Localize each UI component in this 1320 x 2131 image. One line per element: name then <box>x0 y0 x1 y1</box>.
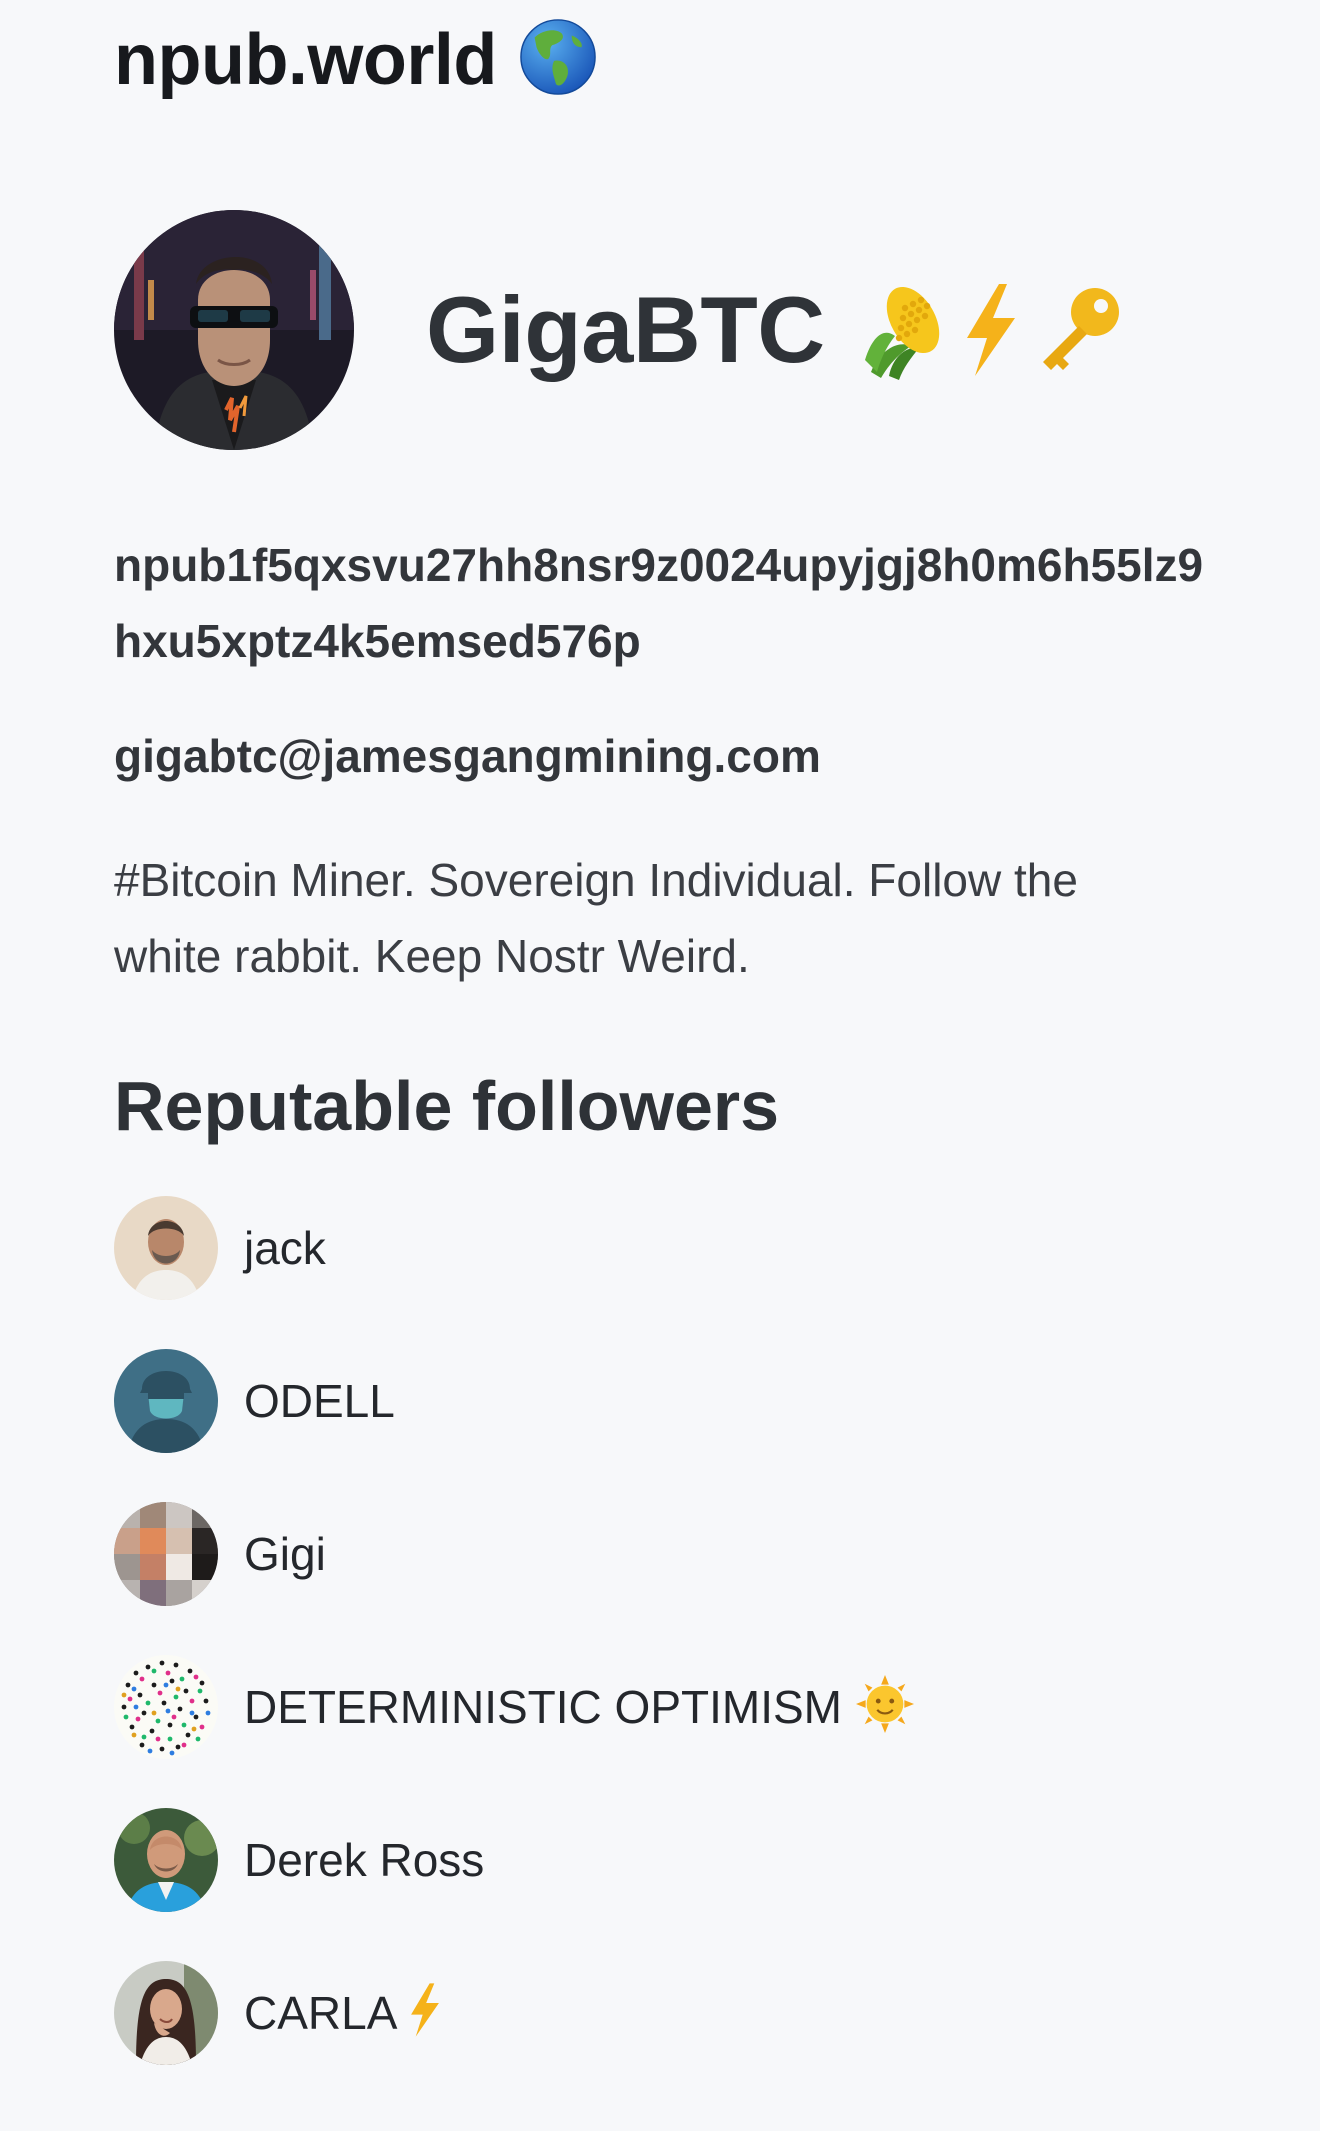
avatar <box>114 1196 218 1300</box>
globe-americas-icon <box>519 18 597 101</box>
profile-name-emojis <box>859 280 1127 380</box>
follower-name: Derek Ross <box>244 1834 485 1886</box>
followers-list: jack ODELL Gigi DETERMINISTIC OPTIMISM D… <box>114 1196 914 2114</box>
avatar <box>114 1502 218 1606</box>
profile-avatar <box>114 210 354 450</box>
follower-name: DETERMINISTIC OPTIMISM <box>244 1674 914 1740</box>
profile-name-row: GigaBTC <box>426 280 1127 380</box>
follower-item[interactable]: CARLA <box>114 1961 914 2065</box>
avatar <box>114 1808 218 1912</box>
followers-section-title: Reputable followers <box>114 1067 780 1145</box>
avatar <box>114 1349 218 1453</box>
profile-nip05: gigabtc@jamesgangmining.com <box>114 730 821 782</box>
follower-name: Gigi <box>244 1528 326 1580</box>
follower-name: jack <box>244 1222 326 1274</box>
sun-with-face-icon <box>856 1674 914 1740</box>
site-header: npub.world <box>114 18 597 101</box>
lightning-icon <box>959 280 1023 380</box>
follower-item[interactable]: jack <box>114 1196 914 1300</box>
corn-icon <box>859 280 951 380</box>
follower-name: CARLA <box>244 1981 447 2046</box>
lightning-icon <box>403 1981 447 2046</box>
profile-header: GigaBTC <box>114 210 1127 450</box>
follower-item[interactable]: Gigi <box>114 1502 914 1606</box>
page: npub.world GigaBTC npub1f5qxsvu27hh8nsr9… <box>0 0 1320 2131</box>
follower-item[interactable]: ODELL <box>114 1349 914 1453</box>
profile-npub: npub1f5qxsvu27hh8nsr9z0024upyjgj8h0m6h55… <box>114 539 1204 667</box>
site-title-link[interactable]: npub.world <box>114 24 497 96</box>
profile-display-name: GigaBTC <box>426 277 825 382</box>
follower-name: ODELL <box>244 1375 395 1427</box>
key-icon <box>1031 280 1127 380</box>
profile-about: #Bitcoin Miner. Sovereign Individual. Fo… <box>114 854 1078 982</box>
avatar <box>114 1961 218 2065</box>
follower-item[interactable]: Derek Ross <box>114 1808 914 1912</box>
avatar <box>114 1655 218 1759</box>
follower-item[interactable]: DETERMINISTIC OPTIMISM <box>114 1655 914 1759</box>
